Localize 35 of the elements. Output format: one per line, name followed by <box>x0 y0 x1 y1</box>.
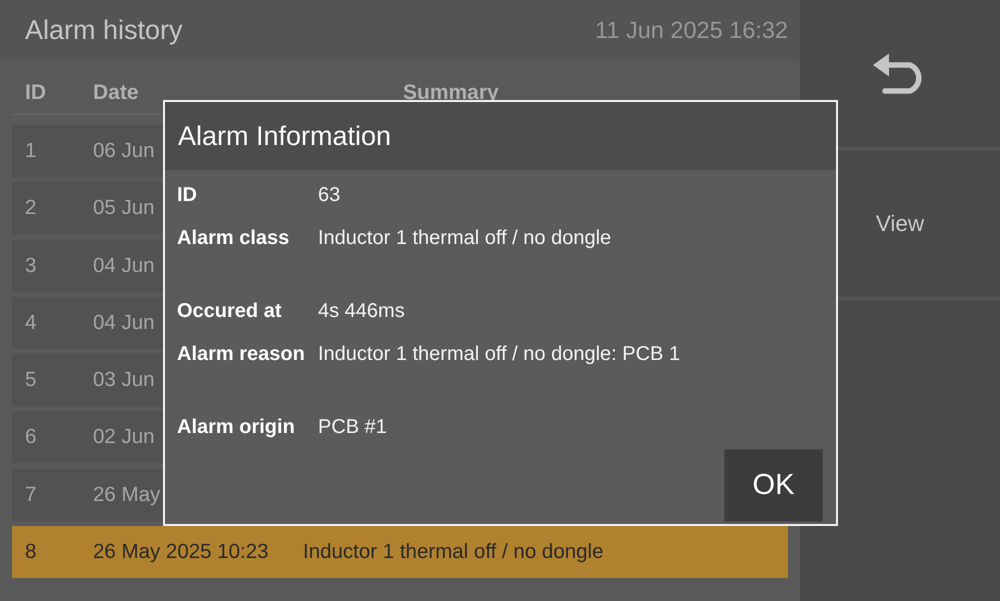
field-label: Alarm reason <box>177 342 305 366</box>
table-cell: 04 Jun <box>93 254 155 278</box>
table-cell: 04 Jun <box>93 310 155 335</box>
field-label: Occured at <box>177 298 282 322</box>
table-cell: 6 <box>25 425 36 450</box>
table-cell: 3 <box>25 254 36 278</box>
table-cell: 5 <box>25 368 36 392</box>
column-header: Date <box>93 81 139 105</box>
table-row[interactable]: 8 26 May 2025 10:23 Inductor 1 thermal off / no dongle <box>12 526 788 578</box>
table-cell: 05 Jun <box>93 196 155 220</box>
field-label: Alarm class <box>177 226 290 250</box>
datetime-label: 11 Jun 2025 16:32 <box>595 16 788 44</box>
field-label: ID <box>177 182 197 206</box>
ok-button[interactable]: OK <box>724 449 823 522</box>
field-value: 63 <box>318 182 340 206</box>
screen-title: Alarm history <box>25 14 183 46</box>
table-cell: 06 Jun <box>93 139 155 163</box>
table-cell: 26 May <box>93 482 160 507</box>
table-cell: 2 <box>25 196 36 220</box>
table-cell: 7 <box>25 482 36 507</box>
table-cell: 02 Jun <box>93 425 155 450</box>
table-cell: 1 <box>25 139 36 163</box>
field-value: 4s 446ms <box>318 298 405 322</box>
table-cell: 4 <box>25 310 36 335</box>
field-label: Alarm origin <box>177 414 295 438</box>
field-value: Inductor 1 thermal off / no dongle: PCB 1 <box>318 342 680 366</box>
field-value: PCB #1 <box>318 414 387 438</box>
dialog-title: Alarm Information <box>165 102 836 170</box>
table-cell: 03 Jun <box>93 368 155 392</box>
table-cell: Inductor 1 thermal off / no dongle <box>303 540 604 564</box>
column-header: ID <box>25 81 46 105</box>
field-value: Inductor 1 thermal off / no dongle <box>318 226 612 250</box>
table-cell: 8 <box>25 540 36 564</box>
table-cell: 26 May 2025 10:23 <box>93 540 269 564</box>
column-header: Summary <box>403 81 499 105</box>
